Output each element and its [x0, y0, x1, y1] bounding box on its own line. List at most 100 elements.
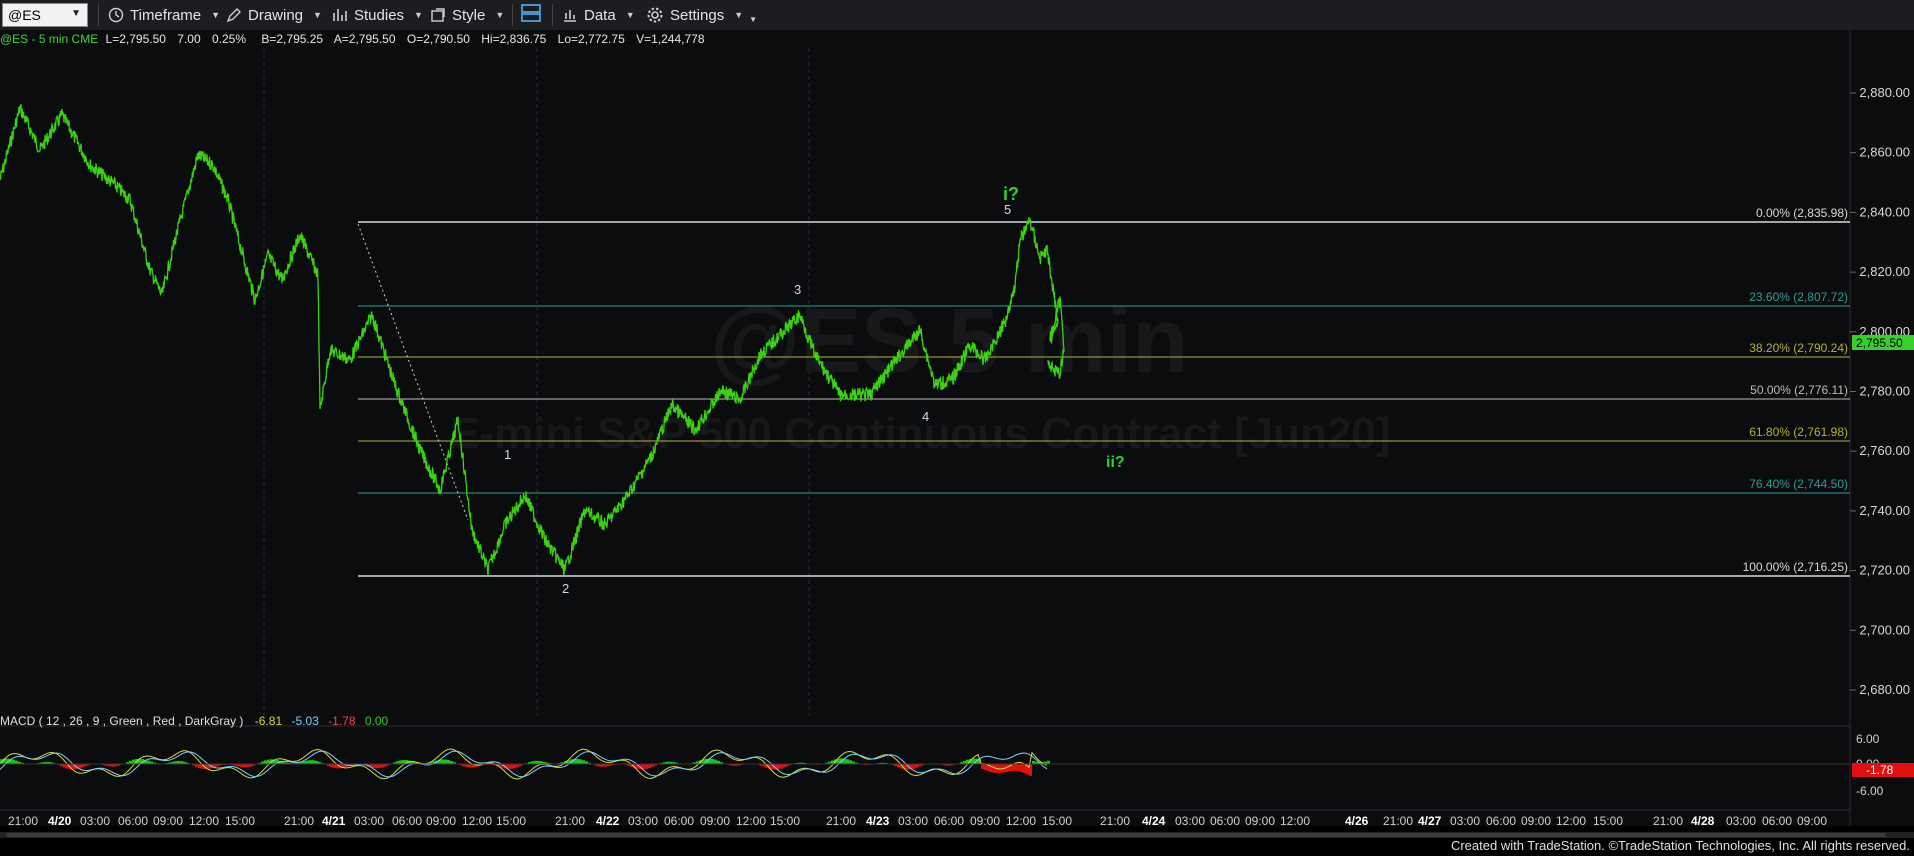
price-axis-label: 2,880.00	[1859, 85, 1910, 100]
fib-level-label: 50.00% (2,776.11)	[1750, 383, 1848, 397]
macd-title: MACD ( 12 , 26 , 9 , Green , Red , DarkG…	[0, 714, 244, 728]
time-axis-label: 03:00	[80, 814, 110, 828]
time-axis-label: 06:00	[1210, 814, 1240, 828]
trend-line[interactable]	[357, 223, 469, 521]
time-axis-label: 09:00	[1797, 814, 1827, 828]
wave-label-5: 5	[1004, 202, 1011, 217]
time-axis-label: 4/20	[48, 814, 72, 828]
wave-label-2: 2	[562, 581, 569, 596]
time-axis-label: 12:00	[1556, 814, 1586, 828]
info-low: Lo=2,772.75	[557, 32, 625, 46]
macd-signal-value: -5.03	[291, 714, 319, 728]
time-axis-label: 4/22	[596, 814, 620, 828]
time-axis-label: 06:00	[1762, 814, 1792, 828]
time-axis-label: 4/23	[866, 814, 890, 828]
time-axis-label: 15:00	[1042, 814, 1072, 828]
time-axis-label: 06:00	[934, 814, 964, 828]
macd-bar	[468, 764, 471, 768]
info-high: Hi=2,836.75	[481, 32, 547, 46]
time-axis-label: 03:00	[1175, 814, 1205, 828]
copyright-footer: Created with TradeStation. ©TradeStation…	[1450, 838, 1910, 853]
macd-axis-label: -6.00	[1856, 784, 1884, 798]
fib-level-label: 76.40% (2,744.50)	[1749, 477, 1848, 491]
time-axis-label: 06:00	[664, 814, 694, 828]
time-axis-label: 09:00	[1245, 814, 1275, 828]
price-axis: 2,880.002,860.002,840.002,820.002,800.00…	[1850, 85, 1910, 697]
time-axis-label: 4/27	[1418, 814, 1442, 828]
fib-level-label: 38.20% (2,790.24)	[1749, 341, 1848, 355]
info-change: 7.00	[177, 32, 201, 46]
time-axis-label: 12:00	[1006, 814, 1036, 828]
price-axis-label: 2,860.00	[1859, 145, 1910, 160]
time-axis-label: 4/26	[1345, 814, 1369, 828]
wave-label-3: 3	[794, 282, 801, 297]
macd-bar	[981, 764, 984, 770]
macd-bar	[264, 760, 267, 764]
wave-label-4: 4	[922, 409, 929, 424]
macd-bar	[81, 764, 84, 768]
time-axis-label: 09:00	[1521, 814, 1551, 828]
macd-bar	[912, 764, 915, 769]
time-axis-label: 03:00	[1450, 814, 1480, 828]
macd-current-label: -1.78	[1866, 763, 1894, 777]
macd-bar	[12, 759, 15, 764]
macd-bar	[198, 764, 201, 768]
macd-bar	[63, 764, 66, 768]
info-last: L=2,795.50	[105, 32, 166, 46]
macd-bar	[990, 764, 993, 773]
time-axis-label: 4/24	[1142, 814, 1166, 828]
time-axis-label: 09:00	[700, 814, 730, 828]
macd-bar	[444, 759, 447, 764]
macd-bar	[309, 760, 312, 764]
macd-bar	[777, 764, 780, 770]
price-axis-label: 2,820.00	[1859, 264, 1910, 279]
info-ask: A=2,795.50	[333, 32, 396, 46]
time-axis-label: 06:00	[118, 814, 148, 828]
macd-bar	[312, 760, 315, 764]
time-axis-label: 15:00	[225, 814, 255, 828]
macd-histogram	[0, 758, 1050, 776]
macd-bar	[783, 764, 786, 768]
macd-bar	[306, 760, 309, 764]
price-axis-label: 2,840.00	[1859, 204, 1910, 219]
price-axis-label: 2,780.00	[1859, 384, 1910, 399]
fib-level-label: 61.80% (2,761.98)	[1749, 425, 1848, 439]
time-axis-label: 12:00	[189, 814, 219, 828]
time-axis-label: 03:00	[628, 814, 658, 828]
time-axis-label: 4/21	[322, 814, 346, 828]
info-open: O=2,790.50	[406, 32, 470, 46]
time-axis-label: 03:00	[898, 814, 928, 828]
scrollbar-thumb[interactable]	[6, 833, 1886, 837]
fib-level-label: 100.00% (2,716.25)	[1743, 560, 1848, 574]
time-axis-label: 21:00	[1383, 814, 1413, 828]
macd-bar	[645, 764, 648, 769]
time-axis-label: 03:00	[1726, 814, 1756, 828]
price-axis-label: 2,720.00	[1859, 563, 1910, 578]
current-price-label: 2,795.50	[1856, 336, 1903, 350]
macd-bar	[780, 764, 783, 769]
macd-bar	[375, 764, 378, 769]
time-axis-label: 12:00	[1280, 814, 1310, 828]
info-volume: V=1,244,778	[636, 32, 705, 46]
info-pct: 0.25%	[212, 32, 247, 46]
macd-zero-value: 0.00	[364, 714, 389, 728]
macd-bar	[984, 764, 987, 771]
macd-bar	[399, 760, 402, 764]
macd-bar	[648, 764, 651, 769]
macd-bar	[714, 759, 717, 764]
time-axis: 21:00 4/20 03:00 06:00 09:00 12:00 15:00 21:00 4…	[8, 814, 1827, 828]
time-axis-label: 4/28	[1691, 814, 1715, 828]
macd-bar	[513, 764, 516, 769]
macd-bar	[333, 764, 336, 769]
macd-bar	[447, 760, 450, 764]
macd-bar	[849, 760, 852, 764]
watermark-subtitle: E-mini S&P 500 Continuous Contract [Jun2…	[450, 409, 1390, 458]
macd-bar	[1017, 764, 1020, 772]
macd-bar	[1014, 764, 1017, 771]
macd-axis-label: 6.00	[1856, 732, 1880, 746]
macd-bar	[147, 760, 150, 764]
macd-bar	[516, 764, 519, 768]
macd-bar	[378, 764, 381, 769]
macd-legend: MACD ( 12 , 26 , 9 , Green , Red , DarkG…	[0, 714, 388, 728]
wave-label-1: 1	[504, 447, 511, 462]
